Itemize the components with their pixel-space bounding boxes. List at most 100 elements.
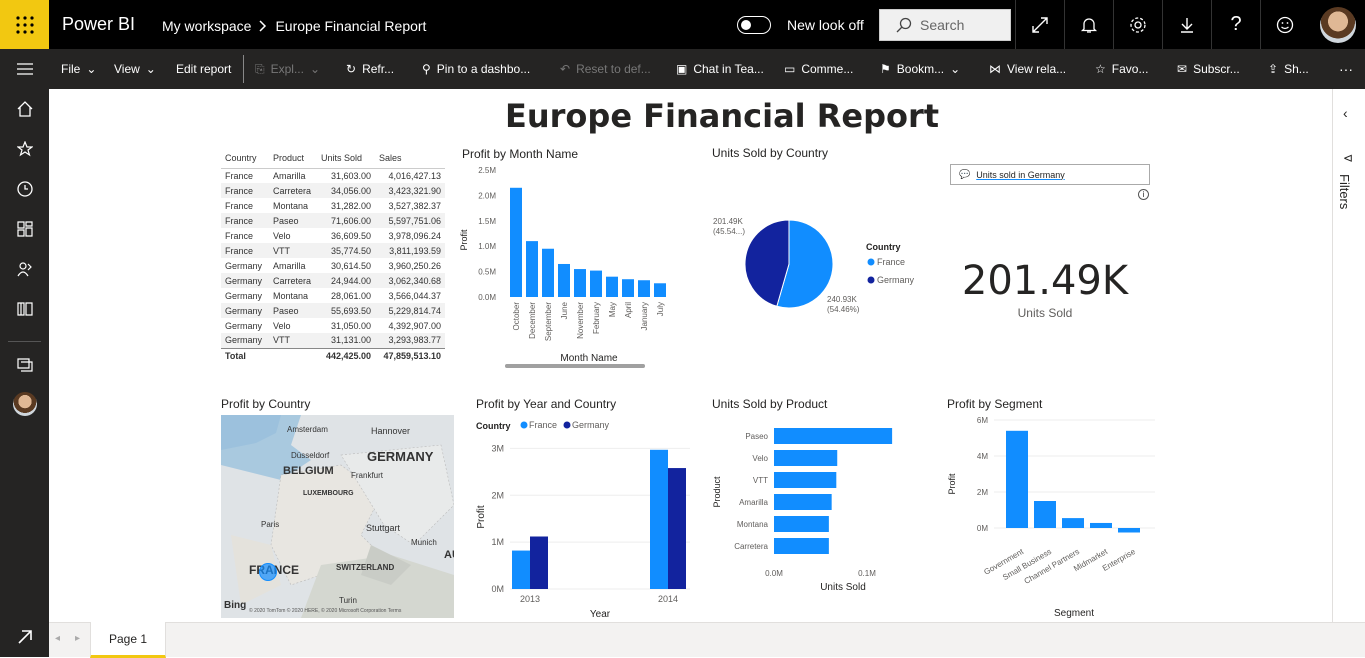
hamburger-menu-icon[interactable] bbox=[0, 49, 49, 89]
pin-button[interactable]: ⚲ Pin to a dashbo... bbox=[422, 49, 530, 89]
apps-icon[interactable] bbox=[0, 209, 49, 249]
sales-matrix-table[interactable]: Country Product Units Sold Sales France Amar… bbox=[221, 148, 445, 363]
feedback-smiley-icon[interactable] bbox=[1260, 0, 1309, 49]
bookmarks-button[interactable]: ⚑ Bookm... ⌄ bbox=[880, 49, 960, 89]
search-icon bbox=[896, 17, 912, 33]
table-cell: Germany bbox=[221, 333, 269, 348]
learn-book-icon[interactable] bbox=[0, 289, 49, 329]
x-tick-label: 0.1M bbox=[858, 569, 876, 578]
favorite-label: Favo... bbox=[1111, 62, 1149, 76]
profit-by-country-map[interactable]: Amsterdam Hannover Düsseldorf GERMANY BELGIU… bbox=[221, 415, 454, 618]
map-bubble-france[interactable] bbox=[259, 563, 277, 581]
legend-marker bbox=[563, 421, 571, 429]
share-label: Sh... bbox=[1284, 62, 1309, 76]
app-launcher-icon[interactable] bbox=[0, 0, 49, 49]
bar bbox=[1118, 528, 1140, 533]
bar-germany bbox=[668, 468, 686, 589]
download-icon[interactable] bbox=[1162, 0, 1211, 49]
home-icon[interactable] bbox=[0, 89, 49, 129]
left-nav bbox=[0, 49, 49, 657]
table-cell: 34,056.00 bbox=[317, 183, 375, 198]
mail-icon: ✉ bbox=[1177, 62, 1188, 76]
y-tick-label: VTT bbox=[753, 476, 768, 485]
table-cell: 36,609.50 bbox=[330, 230, 371, 241]
share-button[interactable]: ⇪ Sh... bbox=[1268, 49, 1309, 89]
table-row: France Paseo 71,606.00 5,597,751.06 bbox=[221, 213, 445, 228]
matrix-header-product[interactable]: Product bbox=[269, 148, 317, 169]
search-box[interactable]: Search bbox=[879, 9, 1011, 41]
edit-report-button[interactable]: Edit report bbox=[176, 49, 231, 89]
bookmarks-label: Bookm... bbox=[896, 62, 945, 76]
refresh-button[interactable]: ↻ Refr... bbox=[346, 49, 394, 89]
breadcrumb-workspace[interactable]: My workspace bbox=[162, 18, 251, 34]
notification-bell-icon[interactable] bbox=[1064, 0, 1113, 49]
explore-button[interactable]: ⎘ Expl... ⌄ bbox=[255, 49, 320, 89]
matrix-header-sales[interactable]: Sales bbox=[375, 148, 445, 169]
table-cell: 71,606.00 bbox=[317, 213, 375, 228]
x-tick-label: December bbox=[528, 302, 537, 339]
chat-in-teams-button[interactable]: ▣ Chat in Tea... bbox=[676, 49, 764, 89]
chevron-left-icon[interactable]: ‹ bbox=[1343, 105, 1348, 121]
map-credit: © 2020 TomTom © 2020 HERE, © 2020 Micros… bbox=[249, 608, 402, 614]
filters-pane[interactable]: ‹ ⊲ Filters bbox=[1332, 89, 1365, 622]
map-label: SWITZERLAND bbox=[336, 563, 395, 572]
bar bbox=[622, 279, 634, 297]
prev-page-icon[interactable]: ◂ bbox=[55, 633, 60, 644]
filters-label[interactable]: Filters bbox=[1337, 174, 1352, 209]
info-icon[interactable]: i bbox=[1138, 189, 1149, 200]
breadcrumb-report[interactable]: Europe Financial Report bbox=[275, 18, 426, 34]
help-icon[interactable]: ? bbox=[1211, 0, 1260, 49]
more-options-button[interactable]: ··· bbox=[1339, 49, 1353, 89]
table-cell: 24,944.00 bbox=[317, 273, 375, 288]
map-label: Amsterdam bbox=[287, 425, 328, 434]
table-cell: Paseo bbox=[269, 213, 317, 228]
workspaces-icon[interactable] bbox=[0, 344, 49, 384]
matrix-header-units-sold[interactable]: Units Sold bbox=[317, 148, 375, 169]
favorite-button[interactable]: ☆ Favo... bbox=[1095, 49, 1148, 89]
favorites-star-icon[interactable] bbox=[0, 129, 49, 169]
x-tick-label: June bbox=[560, 301, 569, 319]
matrix-header-country[interactable]: Country bbox=[221, 148, 269, 169]
profit-by-month-chart[interactable]: 0.0M 0.5M 1.0M 1.5M 2.0M 2.5M Profit October Dec… bbox=[455, 160, 685, 375]
app-title[interactable]: Power BI bbox=[62, 14, 135, 35]
subscribe-button[interactable]: ✉ Subscr... bbox=[1177, 49, 1240, 89]
new-look-toggle[interactable] bbox=[737, 16, 771, 34]
y-tick-label: 2.0M bbox=[478, 191, 496, 200]
page-tab-1[interactable]: Page 1 bbox=[90, 622, 166, 658]
breadcrumb: My workspace Europe Financial Report bbox=[162, 18, 426, 34]
units-by-country-pie[interactable]: 240.93K(54.46%) 201.49K(45.54...) Country F… bbox=[705, 160, 935, 330]
table-cell: 3,062,340.68 bbox=[375, 273, 445, 288]
table-cell: Paseo bbox=[269, 303, 317, 318]
units-by-product-chart[interactable]: Paseo Velo VTT Amarilla Montana Carretera 0.0M… bbox=[705, 412, 915, 597]
view-menu[interactable]: View ⌄ bbox=[114, 49, 156, 89]
chart-title-profit-by-month: Profit by Month Name bbox=[462, 147, 579, 161]
shared-with-me-icon[interactable] bbox=[0, 249, 49, 289]
bar bbox=[510, 187, 522, 297]
next-page-icon[interactable]: ▸ bbox=[75, 633, 80, 644]
table-cell: 55,693.50 bbox=[317, 303, 375, 318]
my-workspace-avatar[interactable] bbox=[0, 384, 49, 424]
table-cell: France bbox=[221, 183, 269, 198]
comments-button[interactable]: ▭ Comme... bbox=[784, 49, 853, 89]
expand-icon[interactable] bbox=[1015, 0, 1064, 49]
qa-question-box[interactable]: 💬 Units sold in Germany bbox=[950, 164, 1150, 185]
bar bbox=[654, 283, 666, 297]
profit-by-year-chart[interactable]: Country France Germany 0M 1M 2M 3M Profit 2013 20… bbox=[470, 412, 700, 622]
edit-label: Edit report bbox=[176, 62, 232, 76]
reset-button[interactable]: ↶ Reset to def... bbox=[560, 49, 651, 89]
table-cell: Montana bbox=[273, 200, 309, 211]
chart-title-profit-by-country: Profit by Country bbox=[221, 397, 311, 411]
y-tick-label: 2M bbox=[977, 488, 988, 497]
view-related-label: View rela... bbox=[1007, 62, 1067, 76]
recent-clock-icon[interactable] bbox=[0, 169, 49, 209]
settings-gear-icon[interactable] bbox=[1113, 0, 1162, 49]
table-cell: 28,061.00 bbox=[330, 290, 371, 301]
user-avatar[interactable] bbox=[1320, 7, 1356, 43]
get-data-arrow-icon[interactable] bbox=[0, 617, 49, 657]
table-row: France VTT 35,774.50 3,811,193.59 bbox=[221, 243, 445, 258]
filter-funnel-icon: ⊲ bbox=[1343, 151, 1354, 165]
profit-by-segment-chart[interactable]: 0M2M4M6MProfitGovernmentSmall BusinessCh… bbox=[940, 412, 1160, 622]
view-related-button[interactable]: ⋈ View rela... bbox=[989, 49, 1066, 89]
x-tick-label: May bbox=[608, 302, 617, 317]
file-menu[interactable]: File ⌄ bbox=[61, 49, 96, 89]
